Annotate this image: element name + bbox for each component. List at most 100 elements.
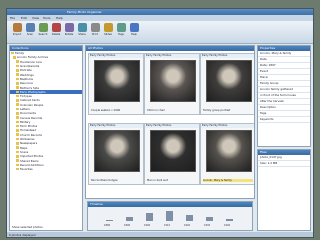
delete-button[interactable]: Delete [50, 23, 62, 41]
files-list: photo_0147.jpg Size: 1.2 MB [258, 155, 310, 167]
property-row[interactable]: Size: 1.2 MB [258, 161, 310, 167]
timeline-year: 1880 [104, 224, 111, 227]
thumbnail-caption: Early Family Photos [201, 54, 254, 58]
app-window: Family Photo Organizer File Edit View To… [6, 8, 314, 238]
properties-panel: Properties Lincoln, Mary & family Date Dat… [257, 45, 311, 147]
tree-item-label: Favorites [20, 167, 33, 172]
scan-icon [25, 23, 35, 32]
window-title: Family Photo Organizer [67, 10, 102, 14]
print-button[interactable]: Print [89, 23, 101, 41]
photo-thumbnail[interactable]: Early Family Photos Man in dark suit [144, 123, 200, 185]
properties-list: Lincoln, Mary & family Date Date: 1897 Even… [258, 51, 310, 123]
folder-icon [11, 51, 14, 55]
photo-thumbnail[interactable]: Early Family Photos Couple seated, c.1900 [88, 53, 144, 115]
thumbnail-name: Two brothers tintype [91, 179, 118, 182]
photo-image [150, 130, 196, 172]
files-panel: Files photo_0147.jpg Size: 1.2 MB [257, 149, 311, 231]
menu-help[interactable]: Help [56, 16, 63, 20]
timeline-panel: Timeline 1880 1890 1900 1910 1920 1930 1940 [87, 201, 253, 231]
thumbnail-name: Man in dark suit [147, 179, 168, 182]
folder-icon [16, 159, 19, 162]
scan-button[interactable]: Scan [24, 23, 36, 41]
folder-icon [16, 81, 19, 85]
thumbnail-caption: Early Family Photos [89, 124, 143, 128]
folder-icon [16, 163, 19, 167]
share-button[interactable]: Share [76, 23, 88, 41]
folder-icon [16, 90, 19, 94]
photo-thumbnail[interactable]: Early Family Photos Lincoln, Mary & famil… [200, 123, 254, 185]
slideshow-icon [103, 23, 113, 32]
menu-tools[interactable]: Tools [43, 16, 50, 20]
thumbnail-caption: Early Family Photos [145, 54, 199, 58]
thumbnail-caption: Early Family Photos [201, 124, 254, 128]
timeline-year: 1900 [144, 224, 151, 227]
photo-thumbnail[interactable]: Early Family Photos Family group portrait [200, 53, 254, 115]
delete-icon [51, 23, 61, 32]
slideshow-button[interactable]: Slides [102, 23, 114, 41]
delete-label: Delete [51, 33, 61, 36]
share-icon [77, 23, 87, 32]
folder-icon [16, 116, 19, 119]
status-bar: 6 photos displayed [7, 232, 313, 237]
menu-view[interactable]: View [32, 16, 39, 20]
print-label: Print [92, 33, 98, 36]
rotate-icon [64, 23, 74, 32]
slideshow-label: Slides [104, 33, 112, 36]
collection-tree-panel: Collections Family Lincoln Family Archive… [9, 45, 83, 231]
folder-icon [16, 133, 19, 137]
menu-edit[interactable]: Edit [21, 16, 27, 20]
rotate-label: Rotate [64, 33, 74, 36]
folder-icon [16, 120, 19, 124]
search-button[interactable]: Search [37, 23, 49, 41]
import-label: Import [12, 33, 22, 36]
photo-image [206, 60, 252, 102]
rotate-button[interactable]: Rotate [63, 23, 75, 41]
folder-icon [16, 167, 19, 171]
timeline-bar[interactable] [206, 216, 213, 221]
tree-list: Family Lincoln Family Archive Henderson Li… [10, 51, 82, 171]
toolbar: Import Scan Search Delete Rotate Share P… [7, 21, 313, 44]
property-row[interactable]: Keywords [258, 117, 310, 123]
timeline-bar[interactable] [146, 213, 153, 221]
timeline-bar[interactable] [166, 211, 173, 221]
timeline-year: 1920 [184, 224, 191, 227]
folder-icon [16, 86, 19, 89]
tree-item[interactable]: Favorites [10, 167, 82, 171]
tags-label: Tags [118, 33, 124, 36]
menu-file[interactable]: File [10, 16, 15, 20]
folder-icon [16, 142, 19, 145]
folder-icon [16, 103, 19, 106]
photo-thumbnail[interactable]: Early Family Photos Child on chair [144, 53, 200, 115]
tag-icon [116, 23, 126, 32]
folder-icon [16, 137, 19, 141]
timeline-bar[interactable] [226, 218, 233, 221]
help-icon [129, 23, 139, 32]
folder-icon [16, 69, 19, 72]
photo-image [94, 130, 140, 172]
photo-image [206, 130, 252, 172]
tree-footer[interactable]: Show selected photos [12, 225, 43, 229]
import-button[interactable]: Import [11, 23, 23, 41]
scan-label: Scan [26, 33, 34, 36]
photo-thumbnail[interactable]: Early Family Photos Two brothers tintype [88, 123, 144, 185]
timeline-bar[interactable] [186, 214, 193, 221]
share-label: Share [78, 33, 86, 36]
folder-icon [16, 60, 19, 64]
folder-icon [16, 77, 19, 81]
status-text: 6 photos displayed [9, 233, 36, 237]
timeline-year: 1930 [204, 224, 211, 227]
folder-icon [16, 64, 19, 68]
photo-image [94, 60, 140, 102]
tags-button[interactable]: Tags [115, 23, 127, 41]
folder-icon [16, 73, 19, 76]
thumbnail-name: Lincoln, Mary & family [203, 179, 253, 182]
photo-gallery-panel: All Photos Early Family Photos Couple sea… [85, 45, 255, 199]
timeline-bar[interactable] [126, 217, 133, 221]
search-label: Search [38, 33, 48, 36]
timeline-bar[interactable] [106, 219, 113, 221]
help-label: Help [131, 33, 137, 36]
help-button[interactable]: Help [128, 23, 140, 41]
thumbnail-name: Couple seated, c.1900 [91, 109, 121, 112]
folder-icon [16, 129, 19, 132]
folder-icon [13, 56, 16, 59]
